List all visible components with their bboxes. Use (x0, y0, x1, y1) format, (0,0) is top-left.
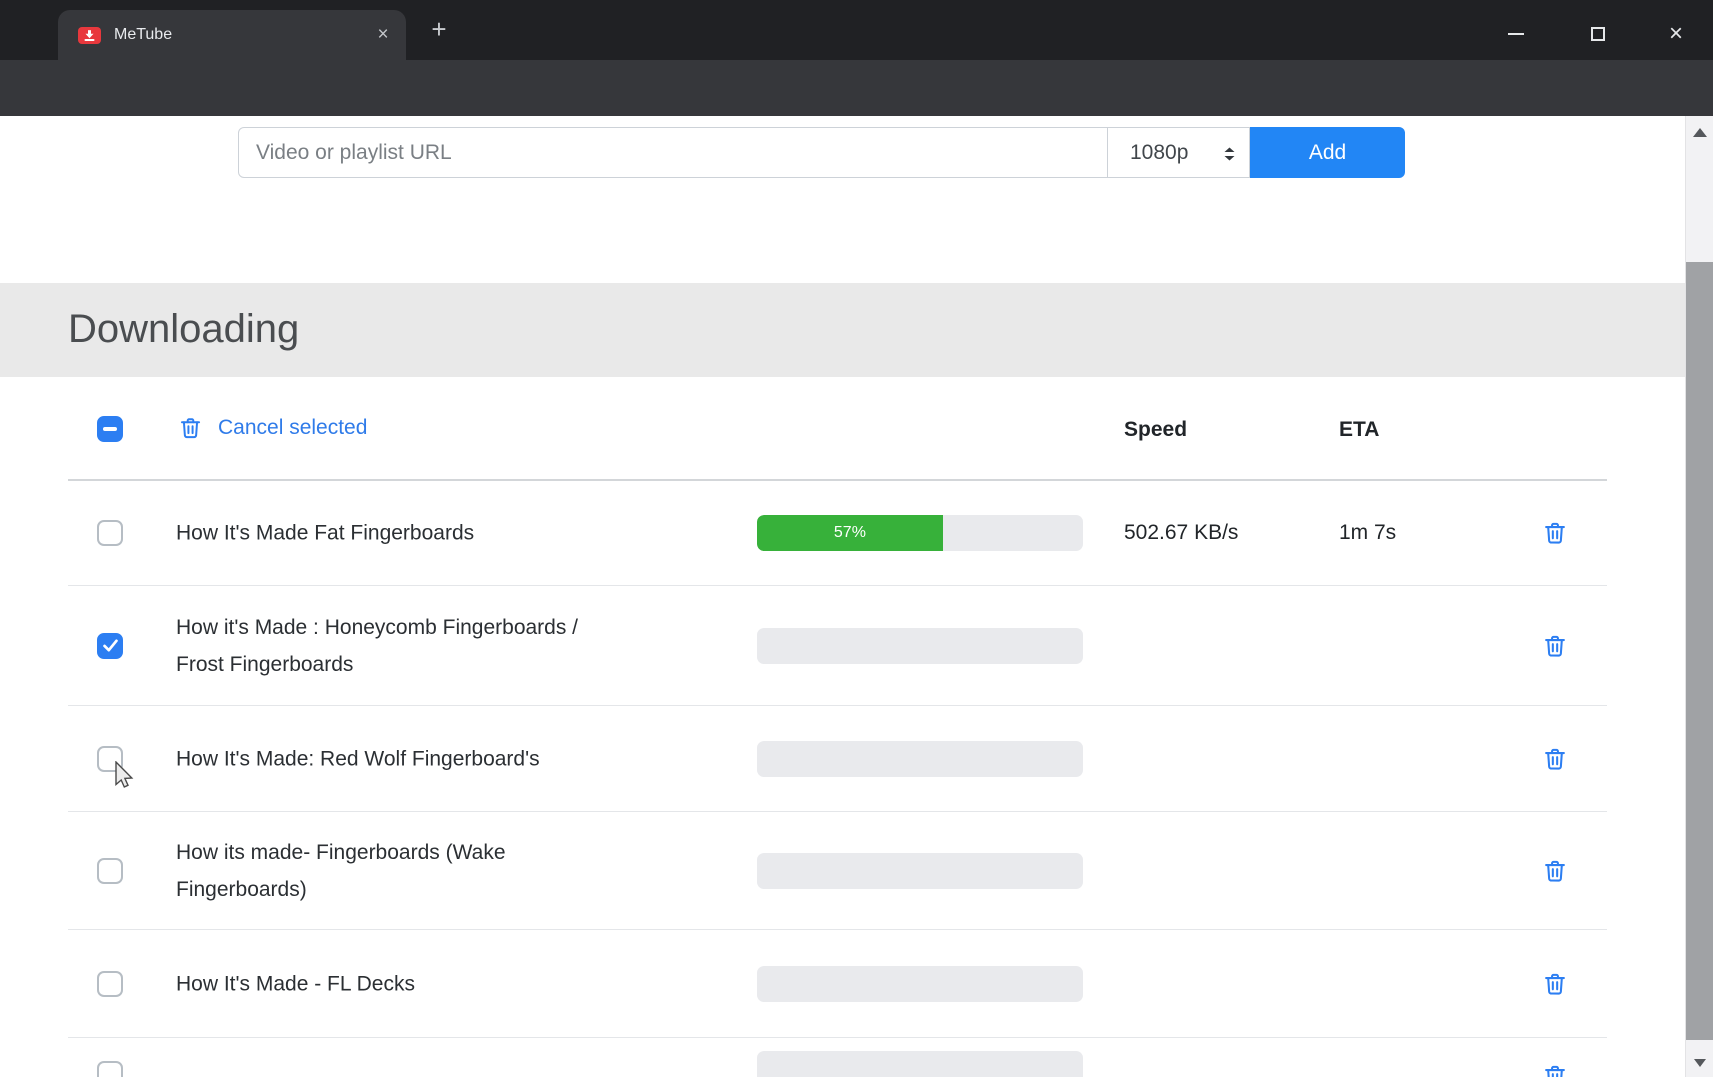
progress-fill: 57% (757, 515, 943, 551)
metube-favicon-icon (78, 27, 101, 49)
window-maximize-button[interactable] (1591, 27, 1605, 41)
video-url-input[interactable] (238, 127, 1108, 178)
download-title: How its made- Fingerboards (WakeFingerbo… (176, 834, 506, 908)
tab-metube[interactable]: MeTube × (58, 10, 406, 60)
scroll-down-arrow-icon[interactable] (1694, 1059, 1706, 1067)
progress-bar (757, 1051, 1083, 1077)
download-title: How It's Made Fat Fingerboards (176, 515, 474, 552)
row-checkbox[interactable] (97, 1061, 123, 1077)
download-row: How its made- Fingerboards (WakeFingerbo… (68, 812, 1607, 930)
delete-download-button[interactable] (1542, 971, 1568, 997)
checkmark-icon (102, 637, 119, 654)
scrollbar-thumb[interactable] (1686, 262, 1713, 1040)
scroll-up-arrow-icon[interactable] (1693, 128, 1707, 137)
cancel-selected-button[interactable]: Cancel selected (178, 415, 367, 441)
trash-icon (1542, 520, 1568, 546)
row-checkbox[interactable] (97, 520, 123, 546)
download-row: How It's Made Fat Fingerboards 57% 502.6… (68, 481, 1607, 586)
quality-select[interactable]: 1080p (1108, 127, 1250, 178)
new-tab-button[interactable]: + (424, 15, 454, 45)
column-header-eta: ETA (1339, 418, 1379, 442)
downloads-table: Cancel selected Speed ETA How It's Made … (68, 377, 1607, 1077)
select-all-checkbox[interactable] (97, 416, 123, 442)
progress-bar (757, 966, 1083, 1002)
download-row: How it's Made : Honeycomb Fingerboards /… (68, 586, 1607, 706)
trash-icon (1542, 746, 1568, 772)
tab-title: MeTube (114, 26, 172, 44)
trash-icon (1542, 858, 1568, 884)
trash-icon (1542, 971, 1568, 997)
browser-tab-bar: MeTube × + × (0, 0, 1713, 60)
page-scrollbar[interactable] (1685, 116, 1713, 1077)
delete-download-button[interactable] (1542, 1063, 1568, 1077)
section-title: Downloading (68, 283, 299, 375)
up-down-arrows-icon (1224, 147, 1235, 161)
progress-bar: 57% (757, 515, 1083, 551)
progress-bar (757, 741, 1083, 777)
delete-download-button[interactable] (1542, 858, 1568, 884)
delete-download-button[interactable] (1542, 746, 1568, 772)
downloading-section-header: Downloading (0, 283, 1685, 377)
browser-toolbar: localhost:8081 Incognito ⋮ (0, 60, 1713, 116)
window-minimize-button[interactable] (1508, 33, 1524, 35)
screen: MeTube × + × localhost:8081 (0, 0, 1713, 1077)
add-button[interactable]: Add (1250, 127, 1405, 178)
delete-download-button[interactable] (1542, 633, 1568, 659)
delete-download-button[interactable] (1542, 520, 1568, 546)
download-title: How It's Made - FL Decks (176, 965, 415, 1002)
column-header-speed: Speed (1124, 418, 1187, 442)
progress-bar (757, 628, 1083, 664)
progress-bar (757, 853, 1083, 889)
download-row (68, 1038, 1607, 1077)
indeterminate-mark (103, 427, 117, 431)
downloads-table-header: Cancel selected Speed ETA (68, 377, 1607, 481)
row-checkbox[interactable] (97, 633, 123, 659)
quality-value: 1080p (1130, 141, 1188, 165)
metube-page: 1080p Add Downloading Cancel selected Sp… (0, 116, 1685, 1077)
mouse-cursor (112, 761, 136, 796)
row-checkbox[interactable] (97, 971, 123, 997)
row-checkbox[interactable] (97, 858, 123, 884)
trash-icon (1542, 633, 1568, 659)
trash-icon (178, 415, 203, 441)
download-eta: 1m 7s (1339, 521, 1396, 545)
tab-close-icon[interactable]: × (370, 22, 396, 48)
progress-label: 57% (834, 524, 866, 542)
download-row: How It's Made: Red Wolf Fingerboard's (68, 706, 1607, 812)
download-speed: 502.67 KB/s (1124, 521, 1238, 545)
cancel-selected-label: Cancel selected (218, 416, 367, 440)
downloads-rows: How It's Made Fat Fingerboards 57% 502.6… (68, 481, 1607, 1077)
download-title: How It's Made: Red Wolf Fingerboard's (176, 740, 540, 777)
download-title: How it's Made : Honeycomb Fingerboards /… (176, 609, 578, 683)
window-close-button[interactable]: × (1662, 20, 1690, 48)
trash-icon (1542, 1063, 1568, 1077)
download-row: How It's Made - FL Decks (68, 930, 1607, 1038)
